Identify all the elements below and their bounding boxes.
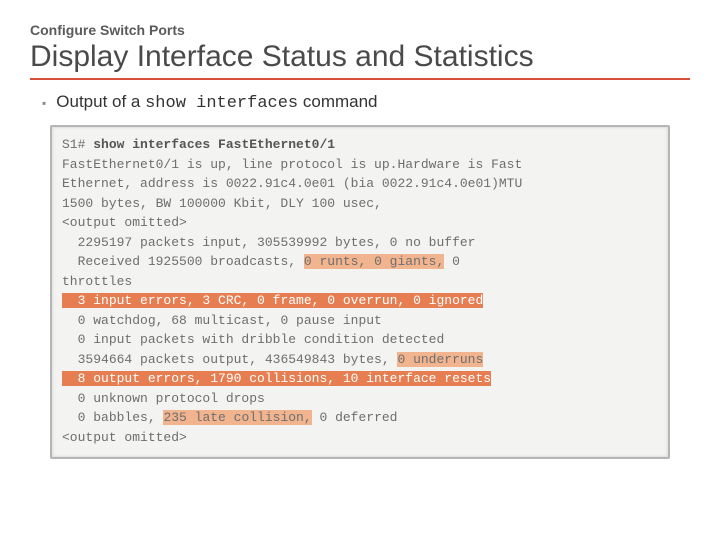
output-line: 2295197 packets input, 305539992 bytes, …	[62, 233, 658, 253]
bullet-item: ▪ Output of a show interfaces command	[42, 92, 690, 113]
output-omitted: <output omitted>	[62, 213, 658, 233]
bullet-suffix: command	[298, 92, 377, 111]
output-line: 1500 bytes, BW 100000 Kbit, DLY 100 usec…	[62, 194, 658, 214]
output-line: 0 babbles, 235 late collision, 0 deferre…	[62, 408, 658, 428]
highlight-runts-giants: 0 runts, 0 giants,	[304, 254, 444, 269]
output-line: Received 1925500 broadcasts, 0 runts, 0 …	[62, 252, 658, 272]
output-line: 8 output errors, 1790 collisions, 10 int…	[62, 369, 658, 389]
bullet-icon: ▪	[42, 96, 46, 110]
highlight-input-errors: 3 input errors, 3 CRC, 0 frame, 0 overru…	[62, 293, 483, 308]
highlight-underruns: 0 underruns	[397, 352, 483, 367]
highlight-output-errors: 8 output errors, 1790 collisions, 10 int…	[62, 371, 491, 386]
output-line: 0 unknown protocol drops	[62, 389, 658, 409]
output-line: 3594664 packets output, 436549843 bytes,…	[62, 350, 658, 370]
output-line: throttles	[62, 272, 658, 292]
output-omitted: <output omitted>	[62, 428, 658, 448]
output-line: FastEthernet0/1 is up, line protocol is …	[62, 155, 658, 175]
slide-title: Display Interface Status and Statistics	[30, 40, 690, 80]
cli-command: show interfaces FastEthernet0/1	[93, 137, 335, 152]
output-line: 0 watchdog, 68 multicast, 0 pause input	[62, 311, 658, 331]
terminal-output: S1# show interfaces FastEthernet0/1 Fast…	[62, 135, 658, 447]
highlight-late-collision: 235 late collision,	[163, 410, 311, 425]
cli-prompt: S1#	[62, 137, 93, 152]
bullet-prefix: Output of a	[56, 92, 145, 111]
slide-kicker: Configure Switch Ports	[30, 22, 690, 38]
output-line: 0 input packets with dribble condition d…	[62, 330, 658, 350]
output-line: Ethernet, address is 0022.91c4.0e01 (bia…	[62, 174, 658, 194]
terminal-output-box: S1# show interfaces FastEthernet0/1 Fast…	[50, 125, 670, 459]
output-line: 3 input errors, 3 CRC, 0 frame, 0 overru…	[62, 291, 658, 311]
bullet-command: show interfaces	[145, 94, 298, 113]
